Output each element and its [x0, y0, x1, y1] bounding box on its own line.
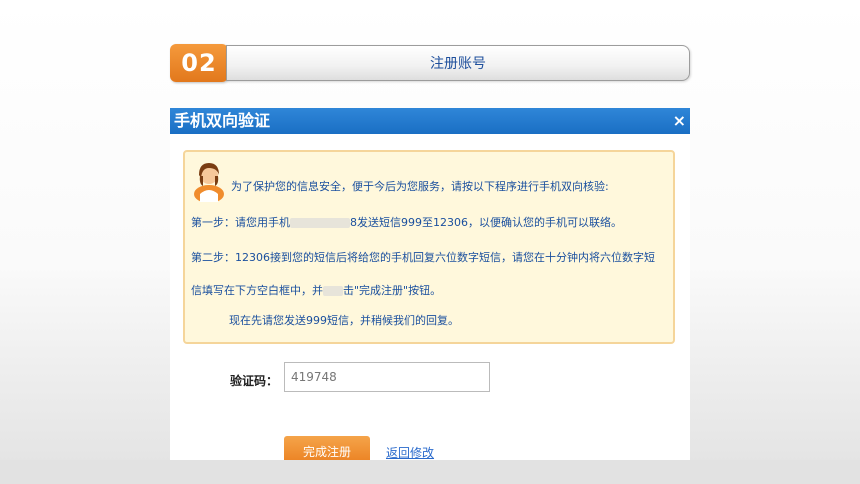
- back-to-edit-link[interactable]: 返回修改: [386, 444, 434, 460]
- redacted-text: [323, 286, 343, 296]
- notice-step1: 第一步：请您用手机 8发送短信999至12306，以便确认您的手机可以联络。: [191, 214, 622, 230]
- dialog-title-bar: 手机双向验证 ×: [170, 108, 690, 134]
- step-title: 注册账号: [226, 45, 690, 81]
- notice-step2-line2-prefix: 信填写在下方空白框中，并: [191, 284, 323, 297]
- verification-code-input[interactable]: 419748: [284, 362, 490, 392]
- phone-verification-dialog: 手机双向验证 × 为了保护您的信息安全，便于今后为您服务，请按以下程序进行手机双…: [170, 108, 690, 460]
- notice-step1-prefix: 第一步：请您用手机: [191, 216, 290, 229]
- redacted-phone: [290, 218, 350, 228]
- notice-step1-suffix: 8发送短信999至12306，以便确认您的手机可以联络。: [350, 216, 622, 229]
- notice-step2-line1: 第二步：12306接到您的短信后将给您的手机回复六位数字短信，请您在十分钟内将六…: [191, 251, 655, 264]
- step-header: 02 注册账号: [170, 44, 690, 82]
- step-number-badge: 02: [170, 44, 228, 82]
- customer-service-avatar-icon: [194, 163, 224, 202]
- notice-now: 现在先请您发送999短信，并稍候我们的回复。: [229, 314, 459, 327]
- instruction-notice: 为了保护您的信息安全，便于今后为您服务，请按以下程序进行手机双向核验: 第一步：…: [183, 150, 675, 344]
- notice-intro: 为了保护您的信息安全，便于今后为您服务，请按以下程序进行手机双向核验:: [231, 180, 609, 193]
- close-icon[interactable]: ×: [673, 108, 686, 134]
- dialog-title: 手机双向验证: [174, 111, 271, 130]
- bottom-band: [0, 460, 860, 484]
- notice-step2-line2-suffix: 击"完成注册"按钮。: [343, 284, 442, 297]
- finish-registration-button[interactable]: 完成注册: [284, 436, 370, 460]
- notice-step2-line2: 信填写在下方空白框中，并 击"完成注册"按钮。: [191, 282, 441, 298]
- verification-code-label: 验证码：: [230, 374, 279, 388]
